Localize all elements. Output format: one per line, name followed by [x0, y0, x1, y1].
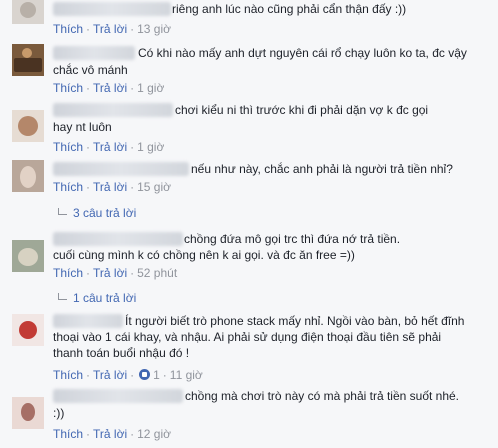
- commenter-name[interactable]: [53, 162, 189, 176]
- like-link[interactable]: Thích: [53, 368, 83, 382]
- comment-actions: Thích · Trả lời · 12 giờ: [53, 427, 171, 441]
- comment-text: hay nt luôn: [53, 120, 112, 134]
- timestamp[interactable]: 1 giờ: [137, 140, 164, 154]
- reply-link[interactable]: Trả lời: [93, 140, 127, 154]
- commenter-name[interactable]: [53, 389, 183, 403]
- like-link[interactable]: Thích: [53, 427, 83, 441]
- comment-text: Có khi nào mấy anh dựt nguyên cái rổ chạ…: [138, 46, 467, 60]
- comment-actions: Thích · Trả lời · 52 phút: [53, 266, 178, 280]
- comment-actions: Thích · Trả lời · 15 giờ: [53, 180, 171, 194]
- comment-text: nếu như này, chắc anh phải là người trả …: [191, 162, 453, 176]
- comment-text: chắc vô mánh: [53, 63, 128, 77]
- reply-link[interactable]: Trả lời: [93, 180, 127, 194]
- avatar[interactable]: [12, 397, 44, 429]
- timestamp[interactable]: 52 phút: [137, 266, 177, 280]
- reply-arrow-icon: [58, 293, 67, 300]
- reply-link[interactable]: Trả lời: [93, 368, 127, 382]
- reply-link[interactable]: Trả lời: [93, 266, 127, 280]
- commenter-name[interactable]: [53, 46, 135, 60]
- comment-text: chơi kiểu ni thì trước khi đi phải dặn v…: [175, 103, 429, 117]
- comment-text: thanh toán buổi nhậu đó !: [53, 346, 190, 360]
- like-link[interactable]: Thích: [53, 266, 83, 280]
- reply-link[interactable]: Trả lời: [93, 427, 127, 441]
- comment-text: cuối cùng mình k có chồng nên k ai gọi. …: [53, 248, 355, 262]
- reply-arrow-icon: [58, 208, 67, 215]
- reply-link[interactable]: Trả lời: [93, 22, 127, 36]
- comment-text: thoại vào 1 cái khay, và nhậu. Ai phải s…: [53, 330, 442, 344]
- commenter-name[interactable]: [53, 2, 171, 16]
- comment-text: Ít người biết trò phone stack mấy nhỉ. N…: [125, 314, 465, 328]
- commenter-name[interactable]: [53, 314, 123, 328]
- like-link[interactable]: Thích: [53, 180, 83, 194]
- comment-text: chồng mà chơi trò này có mà phải trả tiề…: [185, 389, 460, 403]
- commenter-name[interactable]: [53, 103, 173, 117]
- commenter-name[interactable]: [53, 232, 183, 246]
- like-count[interactable]: 1: [153, 368, 160, 382]
- comment-actions: Thích · Trả lời · 1 giờ: [53, 81, 165, 95]
- avatar[interactable]: [12, 314, 44, 346]
- avatar[interactable]: [12, 160, 44, 192]
- avatar[interactable]: [12, 110, 44, 142]
- reply-link[interactable]: Trả lời: [93, 81, 127, 95]
- timestamp[interactable]: 11 giờ: [170, 368, 203, 382]
- like-link[interactable]: Thích: [53, 81, 83, 95]
- timestamp[interactable]: 13 giờ: [137, 22, 171, 36]
- timestamp[interactable]: 1 giờ: [137, 81, 164, 95]
- view-replies-link[interactable]: 1 câu trả lời: [58, 290, 136, 306]
- avatar[interactable]: [12, 240, 44, 272]
- comment-text: riêng anh lúc nào cũng phải cẩn thận đấy…: [172, 2, 407, 16]
- comment-text: :)): [53, 406, 65, 420]
- avatar[interactable]: [12, 44, 44, 76]
- comment-text: chồng đứa mô gọi trc thì đứa nớ trả tiền…: [184, 232, 401, 246]
- timestamp[interactable]: 15 giờ: [137, 180, 171, 194]
- comment-actions: Thích · Trả lời · 1 · 11 giờ: [53, 368, 203, 382]
- like-link[interactable]: Thích: [53, 140, 83, 154]
- comment-actions: Thích · Trả lời · 13 giờ: [53, 22, 171, 36]
- avatar[interactable]: [12, 0, 44, 24]
- view-replies-link[interactable]: 3 câu trả lời: [58, 205, 136, 221]
- timestamp[interactable]: 12 giờ: [137, 427, 171, 441]
- like-link[interactable]: Thích: [53, 22, 83, 36]
- like-icon: [139, 369, 151, 380]
- comment-actions: Thích · Trả lời · 1 giờ: [53, 140, 165, 154]
